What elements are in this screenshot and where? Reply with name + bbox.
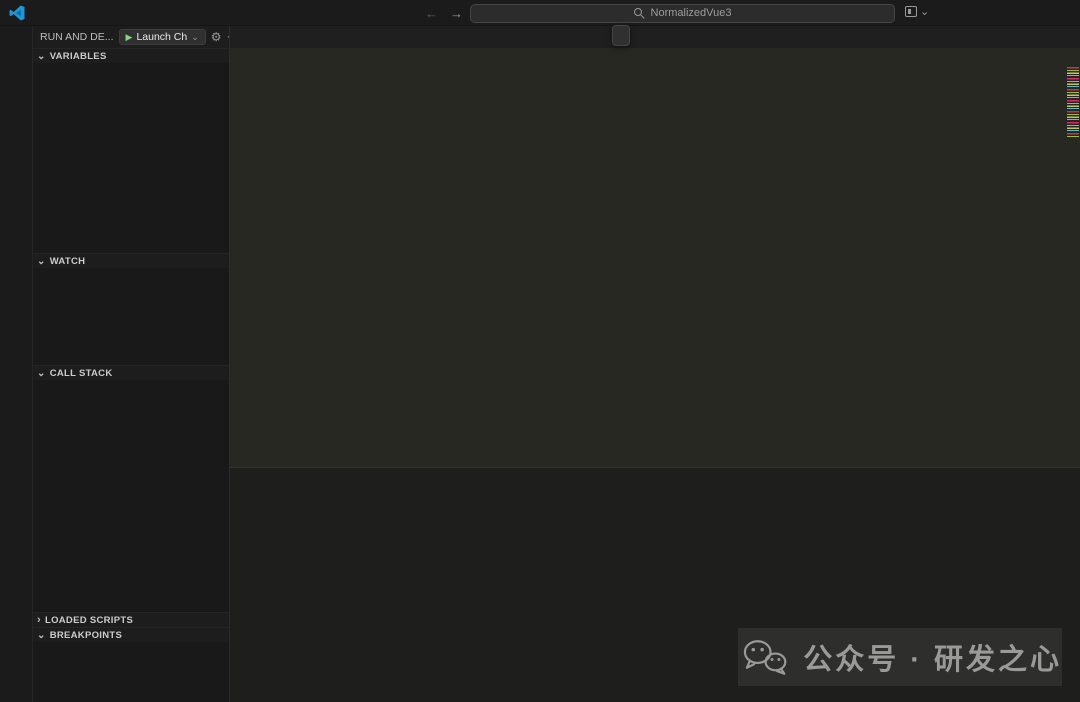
section-header-call-stack[interactable]: CALL STACK [33,365,229,380]
search-icon [634,8,645,19]
breakpoints-list [33,642,229,702]
vscode-logo-icon [8,4,26,22]
chevron-down-icon [37,51,46,62]
layout-icon [905,6,917,17]
wechat-icon [738,636,791,678]
activity-bar [0,26,33,702]
panel-title: RUN AND DE... [40,31,114,43]
minimap[interactable] [1067,67,1079,137]
terminal-output[interactable] [230,490,1080,500]
configure-gear-icon[interactable]: ⚙ [211,30,222,44]
search-text: NormalizedVue3 [651,7,732,19]
layout-toggle[interactable]: ⌄ [905,5,929,18]
breadcrumb [230,48,1080,65]
editor-group [230,26,1080,702]
launch-config-button[interactable]: ▶ Launch Ch ⌄ [119,29,206,45]
debug-side-panel: RUN AND DE... ▶ Launch Ch ⌄ ⚙ ··· VARIAB… [33,26,230,702]
run-and-debug-header: RUN AND DE... ▶ Launch Ch ⌄ ⚙ ··· [33,26,229,48]
variables-list [33,63,229,253]
nav-forward-icon[interactable]: → [450,6,463,21]
nav-back-icon[interactable]: ← [425,6,438,21]
vscode-window: ← → NormalizedVue3 ⌄ RUN AND DE... ▶ Lau… [0,0,1080,702]
chevron-down-icon [37,630,46,641]
chevron-down-icon [37,256,46,267]
debug-toolbar [612,25,630,46]
tab-strip [230,26,1080,48]
start-debugging-icon: ▶ [126,32,133,43]
watermark: 公众号 · 研发之心 [738,628,1062,686]
call-stack-list [33,380,229,612]
watermark-text: 公众号 · 研发之心 [803,636,1062,678]
history-nav: ← → [425,0,463,26]
title-bar: ← → NormalizedVue3 ⌄ [0,0,1080,26]
chevron-down-icon: ⌄ [191,32,199,43]
section-header-loaded-scripts[interactable]: LOADED SCRIPTS [33,612,229,627]
command-center-search[interactable]: NormalizedVue3 [470,4,895,23]
section-header-variables[interactable]: VARIABLES [33,48,229,63]
code-editor[interactable] [230,65,1080,467]
watch-list [33,268,229,365]
section-header-breakpoints[interactable]: BREAKPOINTS [33,627,229,642]
panel-header [230,468,1080,490]
section-header-watch[interactable]: WATCH [33,253,229,268]
chevron-down-icon: ⌄ [920,5,929,18]
launch-config-label: Launch Ch [136,31,187,43]
chevron-down-icon [37,368,46,379]
chevron-right-icon [37,614,41,626]
